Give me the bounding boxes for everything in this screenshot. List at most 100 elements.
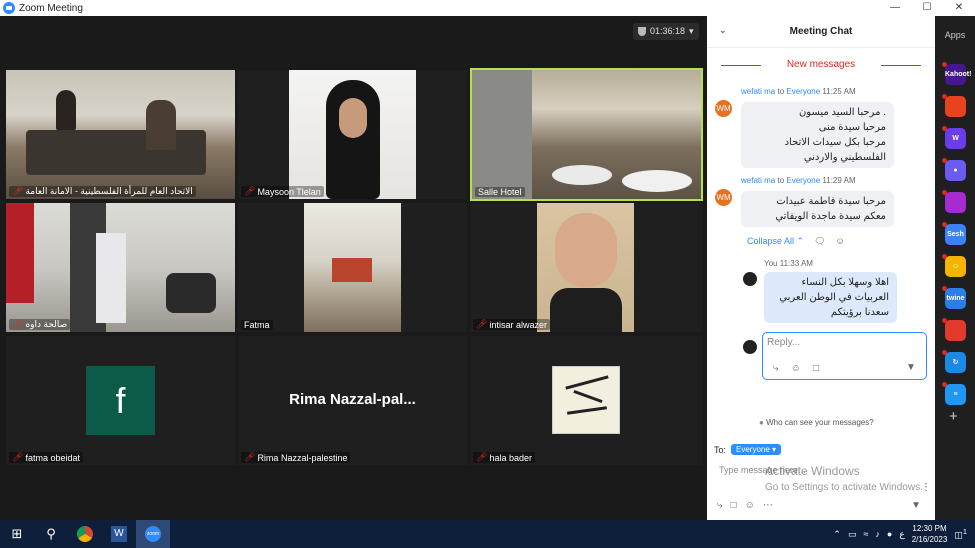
stripes-app-icon[interactable]: [942, 190, 966, 213]
clock[interactable]: 12:30 PM 2/16/2023: [912, 523, 948, 545]
chrome-icon[interactable]: [68, 520, 102, 548]
participant-name: Salle Hotel: [478, 187, 522, 197]
close-button[interactable]: ✕: [943, 0, 975, 16]
search-icon[interactable]: ⚲: [34, 520, 68, 548]
system-tray: ⌃ ▭ ≈ ♪ ● ع 12:30 PM 2/16/2023 ◫1: [833, 520, 975, 548]
video-tile[interactable]: f 🎤︎ fatma obeidat: [6, 336, 235, 465]
video-tile[interactable]: Fatma: [238, 203, 467, 332]
twine-icon[interactable]: twine: [942, 286, 966, 309]
word-icon[interactable]: W: [102, 520, 136, 548]
chevron-down-icon[interactable]: ⌄: [719, 25, 727, 36]
recipient-name: Everyone: [786, 176, 821, 185]
recipient-select[interactable]: Everyone ▾: [731, 444, 782, 455]
volume-icon[interactable]: ♪: [875, 529, 880, 539]
chat-header: ⌄ Meeting Chat: [707, 16, 935, 48]
reply-input[interactable]: Reply... ⤷ ☺ □ ▼: [762, 332, 927, 380]
participant-label: 🎤︎ Rima Nazzal-palestine: [241, 452, 351, 463]
collapse-all-label: Collapse All: [747, 236, 795, 246]
message-bubble[interactable]: . مرحبا السيد ميسون مرحبا سيدة منى مرحبا…: [741, 102, 894, 168]
kahoot-icon[interactable]: Kahoot!: [942, 62, 971, 85]
notification-dot-icon: [942, 222, 947, 227]
participant-name: صالحة داوه: [25, 319, 68, 329]
stack-app-icon[interactable]: ≡: [942, 382, 966, 405]
video-tile[interactable]: 🎤︎ صالحة داوه: [6, 203, 235, 332]
mic-muted-icon: 🎤︎: [12, 452, 24, 462]
message-meta: wefati ma to Everyone 11:29 AM: [741, 176, 856, 185]
grid-app-icon[interactable]: [942, 318, 966, 341]
video-tile[interactable]: 🎤︎ Maysoon Tlelan: [238, 70, 467, 199]
taskbar: ⊞ ⚲ W zoom ⌃ ▭ ≈ ♪ ● ع 12:30 PM 2/16/202…: [0, 520, 975, 548]
message-time: 11:25 AM: [822, 87, 856, 96]
who-can-see-link[interactable]: ● Who can see your messages?: [759, 418, 874, 427]
zoom-logo-icon: [3, 2, 15, 14]
activation-watermark-sub: Go to Settings to activate Windows.: [765, 482, 923, 493]
avatar: f: [86, 366, 155, 435]
reply-icon[interactable]: 🗨: [814, 236, 825, 247]
windows-start-icon[interactable]: ⊞: [0, 520, 34, 548]
send-icon[interactable]: ▼: [906, 362, 920, 374]
chevron-up-icon[interactable]: ⌃: [833, 529, 841, 540]
clock-date: 2/16/2023: [911, 535, 948, 544]
collapse-all-button[interactable]: Collapse All ⌃: [747, 236, 804, 247]
sync-app-icon[interactable]: ↻: [942, 350, 966, 373]
minimize-button[interactable]: —: [879, 0, 911, 16]
send-icon[interactable]: ▼: [911, 500, 921, 511]
battery-icon[interactable]: ▭: [848, 529, 857, 540]
sender-name[interactable]: wefati ma: [741, 176, 775, 185]
format-icon[interactable]: ⤷: [773, 363, 779, 374]
app-label: Sesh: [947, 231, 964, 238]
more-icon[interactable]: ⋯: [763, 500, 773, 511]
message-line: الفلسطيني والاردني: [803, 152, 886, 163]
notification-dot-icon: [942, 190, 947, 195]
emoji-icon[interactable]: ☺: [836, 236, 845, 247]
zoom-taskbar-icon[interactable]: zoom: [136, 520, 170, 548]
notification-dot-icon: [942, 350, 947, 355]
notification-dot-icon: [942, 94, 947, 99]
participant-name: hala bader: [489, 452, 532, 463]
notification-dot-icon: [942, 318, 947, 323]
message-bubble[interactable]: مرحبا سيدة فاطمة عبيدات معكم سيدة ماجدة …: [741, 191, 894, 227]
video-tile-active-speaker[interactable]: Salle Hotel: [470, 68, 703, 201]
notification-dot-icon: [942, 158, 947, 163]
collapse-row: Collapse All ⌃ 🗨 ☺: [747, 236, 845, 247]
participant-name: fatma obeidat: [25, 452, 80, 463]
add-app-button[interactable]: +: [949, 408, 958, 425]
app-label: W: [952, 135, 959, 142]
video-tile[interactable]: 🎤︎ hala bader: [470, 336, 703, 465]
video-tile[interactable]: 🎤︎ الاتحاد العام للمرأة الفلسطينية - الام…: [6, 70, 235, 199]
participant-name: Maysoon Tlelan: [257, 186, 321, 197]
sender-name[interactable]: wefati ma: [741, 87, 775, 96]
sesh-icon[interactable]: Sesh: [942, 222, 966, 245]
file-icon[interactable]: □: [731, 500, 737, 511]
chat-title: Meeting Chat: [789, 26, 853, 37]
message-line: . مرحبا السيد ميسون: [798, 107, 886, 118]
video-tile[interactable]: Rima Nazzal-pal... 🎤︎ Rima Nazzal-palesti…: [238, 336, 467, 465]
mic-icon[interactable]: ●: [887, 529, 892, 539]
participant-name: Fatma: [244, 320, 270, 330]
wifi-icon[interactable]: ≈: [863, 529, 868, 539]
video-tile[interactable]: 🎤︎ intisar alwazer: [470, 203, 703, 332]
participant-name: الاتحاد العام للمرأة الفلسطينية - الامان…: [25, 186, 193, 196]
message-time: 11:29 AM: [822, 176, 856, 185]
smiley-app-icon[interactable]: ☺: [942, 254, 966, 277]
mic-muted-icon: 🎤︎: [476, 319, 488, 329]
maximize-button[interactable]: ☐: [911, 0, 943, 16]
apps-label[interactable]: Apps: [935, 30, 975, 40]
recipient-value: Everyone: [736, 445, 770, 454]
red-app-icon[interactable]: [942, 94, 966, 117]
people-icon: ●: [759, 418, 764, 427]
message-bubble[interactable]: اهلا وسهلا بكل النساء العربيات في الوطن …: [764, 272, 897, 323]
activation-watermark: Activate Windows: [765, 464, 860, 478]
recipient-bar: To: Everyone ▾: [714, 444, 782, 455]
emoji-icon[interactable]: ☺: [745, 500, 755, 511]
notifications-icon[interactable]: ◫1: [954, 527, 967, 541]
circle-app-icon[interactable]: ●: [942, 158, 966, 181]
file-icon[interactable]: □: [813, 363, 819, 374]
w-app-icon[interactable]: W: [942, 126, 966, 149]
format-icon[interactable]: ⤷: [717, 500, 723, 511]
more-vertical-icon[interactable]: ⋮: [921, 482, 931, 493]
message-time: 11:33 AM: [779, 259, 813, 268]
language-indicator[interactable]: ع: [899, 529, 904, 540]
meeting-timer[interactable]: 01:36:18 ▾: [633, 23, 699, 40]
emoji-icon[interactable]: ☺: [791, 363, 801, 374]
